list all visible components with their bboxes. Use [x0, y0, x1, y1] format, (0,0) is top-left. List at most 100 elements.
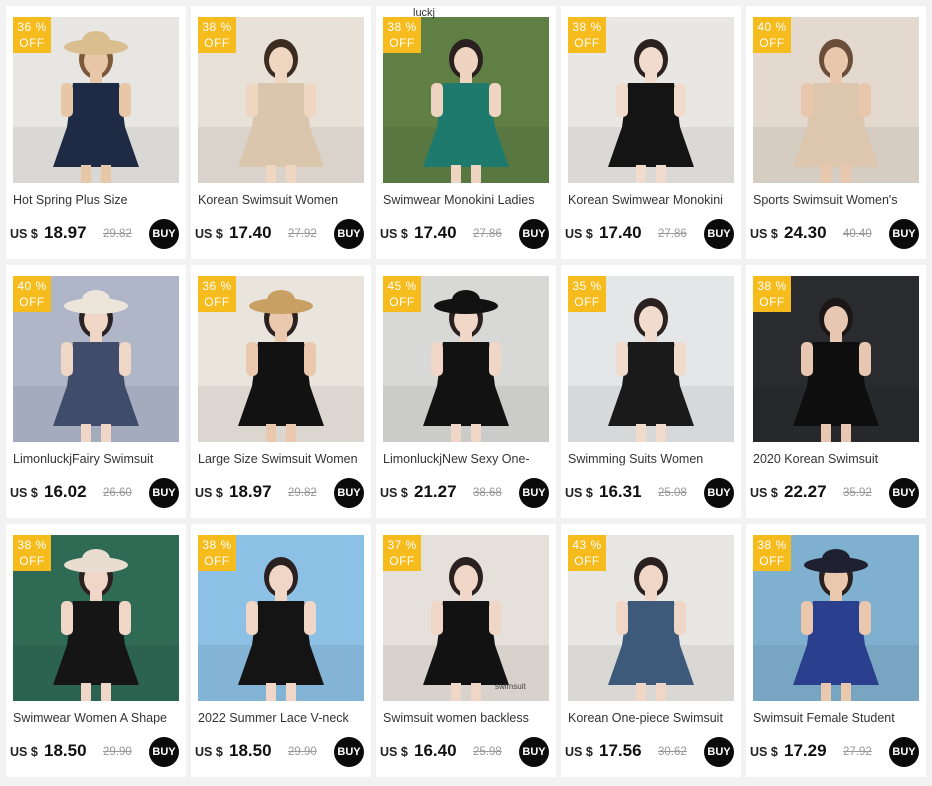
buy-button[interactable]: BUY: [889, 737, 919, 767]
product-title[interactable]: Swimwear Women A Shape: [13, 710, 179, 728]
product-card[interactable]: 38 % OFF Swimwear Women A Shape US $ 18.50 29…: [6, 524, 186, 777]
product-card[interactable]: 38 % OFF Korean Swimsuit Women US $ 17.40 27.…: [191, 6, 371, 259]
discount-off-label: OFF: [19, 554, 45, 568]
price-row: US $ 16.40 25.98 BUY: [380, 737, 552, 767]
discount-percent: 38 %: [757, 538, 787, 552]
buy-button[interactable]: BUY: [334, 219, 364, 249]
product-title[interactable]: Sports Swimsuit Women's: [753, 192, 919, 210]
buy-button[interactable]: BUY: [149, 219, 179, 249]
product-title[interactable]: Hot Spring Plus Size: [13, 192, 179, 210]
product-card[interactable]: 43 % OFF Korean One-piece Swimsuit US $ 17.5…: [561, 524, 741, 777]
discount-off-label: OFF: [759, 295, 785, 309]
product-title[interactable]: Korean Swimsuit Women: [198, 192, 364, 210]
product-card[interactable]: 45 % OFF LimonluckjNew Sexy One- US $ 21.27 3…: [376, 265, 556, 518]
discount-percent: 38 %: [17, 538, 47, 552]
discount-percent: 38 %: [202, 538, 232, 552]
product-title[interactable]: 2020 Korean Swimsuit: [753, 451, 919, 469]
price-row: US $ 17.40 27.86 BUY: [565, 219, 737, 249]
product-card[interactable]: swimsuit 37 % OFF Swimsuit women backless US…: [376, 524, 556, 777]
original-price: 26.60: [103, 487, 132, 499]
discount-off-label: OFF: [574, 554, 600, 568]
price-row: US $ 18.97 29.82 BUY: [195, 478, 367, 508]
discount-badge: 38 % OFF: [753, 535, 791, 571]
discount-off-label: OFF: [19, 36, 45, 50]
product-title[interactable]: Swimwear Monokini Ladies: [383, 192, 549, 210]
product-card[interactable]: luckj 38 % OFF Swimwear Monokini Ladies US $…: [376, 6, 556, 259]
product-title[interactable]: LimonluckjFairy Swimsuit: [13, 451, 179, 469]
buy-button[interactable]: BUY: [519, 478, 549, 508]
price-row: US $ 17.40 27.92 BUY: [195, 219, 367, 249]
discount-off-label: OFF: [389, 554, 415, 568]
product-title[interactable]: Swimsuit Female Student: [753, 710, 919, 728]
sale-price: 17.40: [599, 223, 642, 242]
discount-badge: 38 % OFF: [13, 535, 51, 571]
discount-off-label: OFF: [204, 554, 230, 568]
currency-label: US $: [195, 227, 223, 241]
buy-button[interactable]: BUY: [149, 478, 179, 508]
buy-button[interactable]: BUY: [334, 478, 364, 508]
discount-badge: 36 % OFF: [13, 17, 51, 53]
discount-off-label: OFF: [389, 295, 415, 309]
currency-label: US $: [750, 227, 778, 241]
product-card[interactable]: 38 % OFF Swimsuit Female Student US $ 17.29 2…: [746, 524, 926, 777]
product-card[interactable]: 36 % OFF Large Size Swimsuit Women US $ 18.9…: [191, 265, 371, 518]
original-price: 27.92: [288, 228, 317, 240]
product-card[interactable]: 35 % OFF Swimming Suits Women US $ 16.31 25.0…: [561, 265, 741, 518]
discount-badge: 38 % OFF: [568, 17, 606, 53]
product-title[interactable]: Korean Swimwear Monokini: [568, 192, 734, 210]
buy-button[interactable]: BUY: [704, 737, 734, 767]
buy-button[interactable]: BUY: [334, 737, 364, 767]
discount-badge: 45 % OFF: [383, 276, 421, 312]
currency-label: US $: [10, 486, 38, 500]
product-title[interactable]: Swimming Suits Women: [568, 451, 734, 469]
sale-price: 18.50: [229, 741, 272, 760]
discount-off-label: OFF: [389, 36, 415, 50]
buy-button[interactable]: BUY: [704, 219, 734, 249]
original-price: 30.62: [658, 746, 687, 758]
product-title[interactable]: Large Size Swimsuit Women: [198, 451, 364, 469]
product-card[interactable]: 38 % OFF 2020 Korean Swimsuit US $ 22.27 35.9…: [746, 265, 926, 518]
discount-badge: 38 % OFF: [753, 276, 791, 312]
price-row: US $ 16.31 25.08 BUY: [565, 478, 737, 508]
product-card[interactable]: 38 % OFF Korean Swimwear Monokini US $ 17.40…: [561, 6, 741, 259]
product-title[interactable]: LimonluckjNew Sexy One-: [383, 451, 549, 469]
discount-badge: 38 % OFF: [383, 17, 421, 53]
buy-button[interactable]: BUY: [889, 219, 919, 249]
discount-badge: 38 % OFF: [198, 17, 236, 53]
product-card[interactable]: 40 % OFF Sports Swimsuit Women's US $ 24.30 4…: [746, 6, 926, 259]
buy-button[interactable]: BUY: [889, 478, 919, 508]
price-row: US $ 18.50 29.90 BUY: [10, 737, 182, 767]
sale-price: 18.97: [44, 223, 87, 242]
currency-label: US $: [195, 486, 223, 500]
product-card[interactable]: 40 % OFF LimonluckjFairy Swimsuit US $ 16.02…: [6, 265, 186, 518]
discount-off-label: OFF: [759, 36, 785, 50]
price-row: US $ 17.56 30.62 BUY: [565, 737, 737, 767]
currency-label: US $: [565, 745, 593, 759]
product-title[interactable]: 2022 Summer Lace V-neck: [198, 710, 364, 728]
discount-percent: 35 %: [572, 279, 602, 293]
discount-percent: 40 %: [757, 20, 787, 34]
discount-badge: 40 % OFF: [753, 17, 791, 53]
sale-price: 17.40: [229, 223, 272, 242]
currency-label: US $: [10, 227, 38, 241]
price-row: US $ 22.27 35.92 BUY: [750, 478, 922, 508]
product-card[interactable]: 36 % OFF Hot Spring Plus Size US $ 18.97 29.8…: [6, 6, 186, 259]
discount-badge: 43 % OFF: [568, 535, 606, 571]
sale-price: 24.30: [784, 223, 827, 242]
discount-off-label: OFF: [574, 295, 600, 309]
product-card[interactable]: 38 % OFF 2022 Summer Lace V-neck US $ 18.50 2…: [191, 524, 371, 777]
sale-price: 21.27: [414, 482, 457, 501]
discount-badge: 38 % OFF: [198, 535, 236, 571]
discount-off-label: OFF: [204, 295, 230, 309]
buy-button[interactable]: BUY: [149, 737, 179, 767]
buy-button[interactable]: BUY: [704, 478, 734, 508]
price-row: US $ 16.02 26.60 BUY: [10, 478, 182, 508]
product-title[interactable]: Swimsuit women backless: [383, 710, 549, 728]
buy-button[interactable]: BUY: [519, 219, 549, 249]
product-title[interactable]: Korean One-piece Swimsuit: [568, 710, 734, 728]
buy-button[interactable]: BUY: [519, 737, 549, 767]
discount-percent: 40 %: [17, 279, 47, 293]
discount-badge: 35 % OFF: [568, 276, 606, 312]
original-price: 27.86: [473, 228, 502, 240]
original-price: 35.92: [843, 487, 872, 499]
